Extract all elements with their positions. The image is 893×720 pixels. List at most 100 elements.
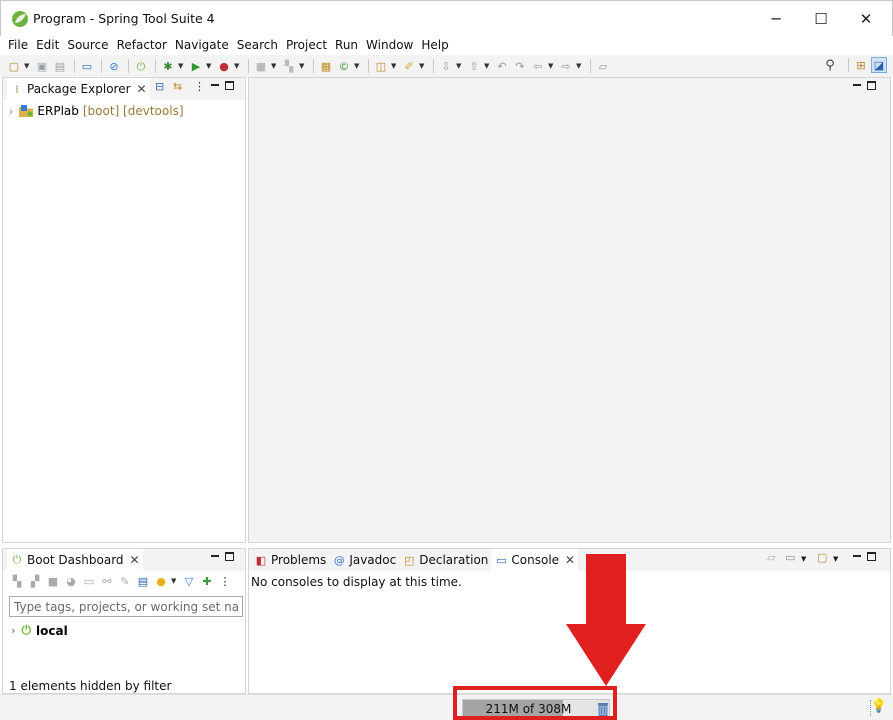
close-button[interactable]: ✕: [843, 1, 889, 37]
chevron-down-icon[interactable]: ▼: [299, 62, 306, 70]
stop-icon[interactable]: ■: [253, 58, 269, 74]
toolbar-separator: [590, 59, 591, 73]
minimize-icon[interactable]: [211, 555, 219, 565]
boot-dashboard-toolbar: ▚ ▞ ■ ◕ ▭ ⚯ ✎ ▤ ● ▼ ▽ ✚ ⋮: [9, 573, 235, 589]
minimize-button[interactable]: ─: [753, 1, 799, 37]
view-menu-icon[interactable]: ⋮: [194, 80, 205, 93]
minimize-icon[interactable]: [853, 555, 861, 565]
main-toolbar: ▢ ▼ ▣ ▤ ▭ ⊘ ⏻ ✱ ▼ ▶ ▼ ● ▼ ■ ▼ ▚ ▼ ▦ © ▼ ◫ ▼ ✐ ▼ ⇩…: [0, 55, 893, 77]
menu-navigate[interactable]: Navigate: [171, 36, 233, 55]
menu-refactor[interactable]: Refactor: [113, 36, 171, 55]
chevron-down-icon[interactable]: ▼: [576, 62, 583, 70]
pin-editor-icon[interactable]: ▱: [595, 58, 611, 74]
collapse-all-icon[interactable]: ⊟: [155, 80, 164, 93]
minimize-icon[interactable]: [211, 84, 219, 94]
next-annotation-icon[interactable]: ⇩: [438, 58, 454, 74]
tab-problems[interactable]: ◧ Problems: [251, 549, 329, 571]
menu-edit[interactable]: Edit: [32, 36, 63, 55]
chevron-down-icon[interactable]: ▼: [391, 62, 398, 70]
menu-run[interactable]: Run: [331, 36, 362, 55]
save-all-icon[interactable]: ▤: [52, 58, 68, 74]
relaunch-icon[interactable]: ▚: [281, 58, 297, 74]
tree-item-local[interactable]: › ⏻ local: [11, 623, 68, 638]
chevron-down-icon[interactable]: ▼: [178, 62, 185, 70]
menu-source[interactable]: Source: [63, 36, 112, 55]
start-icon[interactable]: ▚: [9, 573, 25, 589]
menu-window[interactable]: Window: [362, 36, 417, 55]
link-icon[interactable]: ⚯: [99, 573, 115, 589]
chevron-down-icon[interactable]: ▼: [833, 555, 838, 563]
chevron-down-icon[interactable]: ▼: [801, 555, 806, 563]
open-perspective-icon[interactable]: ⊞: [853, 57, 869, 73]
chevron-down-icon[interactable]: ▼: [548, 62, 555, 70]
chevron-down-icon[interactable]: ▼: [234, 62, 241, 70]
tab-label: Javadoc: [349, 553, 397, 567]
add-icon[interactable]: ✚: [199, 573, 215, 589]
chevron-down-icon[interactable]: ▼: [271, 62, 278, 70]
previous-annotation-icon[interactable]: ⇧: [466, 58, 482, 74]
minimize-icon[interactable]: [853, 84, 861, 94]
restart-icon[interactable]: ▞: [27, 573, 43, 589]
chevron-down-icon[interactable]: ▼: [484, 62, 491, 70]
toolbar-separator: [155, 59, 156, 73]
menu-search[interactable]: Search: [233, 36, 282, 55]
view-menu-icon[interactable]: ⋮: [217, 573, 233, 589]
tab-javadoc[interactable]: @ Javadoc: [329, 549, 399, 571]
tab-declaration[interactable]: ◰ Declaration: [399, 549, 491, 571]
external-tools-icon[interactable]: ●: [216, 58, 232, 74]
editor-area: [248, 77, 891, 543]
pin-console-icon[interactable]: ▱: [767, 551, 775, 564]
forward-icon[interactable]: ⇨: [558, 58, 574, 74]
close-icon[interactable]: ✕: [137, 82, 147, 96]
display-console-icon[interactable]: ▭: [785, 551, 795, 564]
open-type-icon[interactable]: ◫: [373, 58, 389, 74]
terminal-icon[interactable]: ▭: [79, 58, 95, 74]
edit-icon[interactable]: ✎: [117, 573, 133, 589]
lightbulb-icon[interactable]: ●: [153, 573, 169, 589]
menu-help[interactable]: Help: [417, 36, 452, 55]
tab-package-explorer[interactable]: ⁞ Package Explorer ✕: [7, 78, 150, 100]
filter-input[interactable]: [9, 596, 243, 617]
spring-leaf-icon: [12, 11, 28, 27]
open-task-icon[interactable]: ✐: [401, 58, 417, 74]
new-console-icon[interactable]: ▢: [817, 551, 827, 564]
chevron-right-icon[interactable]: ›: [9, 105, 13, 118]
save-icon[interactable]: ▣: [34, 58, 50, 74]
skip-breakpoints-icon[interactable]: ⊘: [106, 58, 122, 74]
search-icon[interactable]: ⚲: [822, 57, 838, 73]
boot-dashboard-icon[interactable]: ⏻: [133, 58, 149, 74]
menu-file[interactable]: File: [4, 36, 32, 55]
maximize-icon[interactable]: [225, 81, 234, 90]
window-icon[interactable]: ▤: [135, 573, 151, 589]
new-package-icon[interactable]: ▦: [318, 58, 334, 74]
open-browser-icon[interactable]: ◕: [63, 573, 79, 589]
last-edit-forward-icon[interactable]: ↷: [512, 58, 528, 74]
menu-project[interactable]: Project: [282, 36, 331, 55]
back-icon[interactable]: ⇦: [530, 58, 546, 74]
run-icon[interactable]: ▶: [188, 58, 204, 74]
chevron-down-icon[interactable]: ▼: [419, 62, 426, 70]
tree-item-erplab[interactable]: › ERPlab [boot] [devtools]: [9, 104, 184, 118]
maximize-icon[interactable]: [225, 552, 234, 561]
last-edit-icon[interactable]: ↶: [494, 58, 510, 74]
link-with-editor-icon[interactable]: ⇆: [173, 80, 182, 93]
chevron-down-icon[interactable]: ▼: [456, 62, 463, 70]
stop-icon[interactable]: ■: [45, 573, 61, 589]
java-perspective-icon[interactable]: ◪: [871, 57, 887, 73]
maximize-button[interactable]: ☐: [798, 1, 844, 37]
filter-icon[interactable]: ▽: [181, 573, 197, 589]
chevron-down-icon[interactable]: ▼: [171, 577, 178, 585]
lightbulb-icon[interactable]: 💡: [871, 699, 887, 714]
close-icon[interactable]: ✕: [130, 553, 140, 567]
chevron-right-icon[interactable]: ›: [11, 624, 16, 637]
chevron-down-icon[interactable]: ▼: [354, 62, 361, 70]
tab-boot-dashboard[interactable]: ⏻ Boot Dashboard ✕: [7, 549, 143, 571]
new-class-icon[interactable]: ©: [336, 58, 352, 74]
debug-icon[interactable]: ✱: [160, 58, 176, 74]
chevron-down-icon[interactable]: ▼: [206, 62, 213, 70]
maximize-icon[interactable]: [867, 81, 876, 90]
maximize-icon[interactable]: [867, 552, 876, 561]
open-console-icon[interactable]: ▭: [81, 573, 97, 589]
chevron-down-icon[interactable]: ▼: [24, 62, 31, 70]
new-icon[interactable]: ▢: [6, 58, 22, 74]
